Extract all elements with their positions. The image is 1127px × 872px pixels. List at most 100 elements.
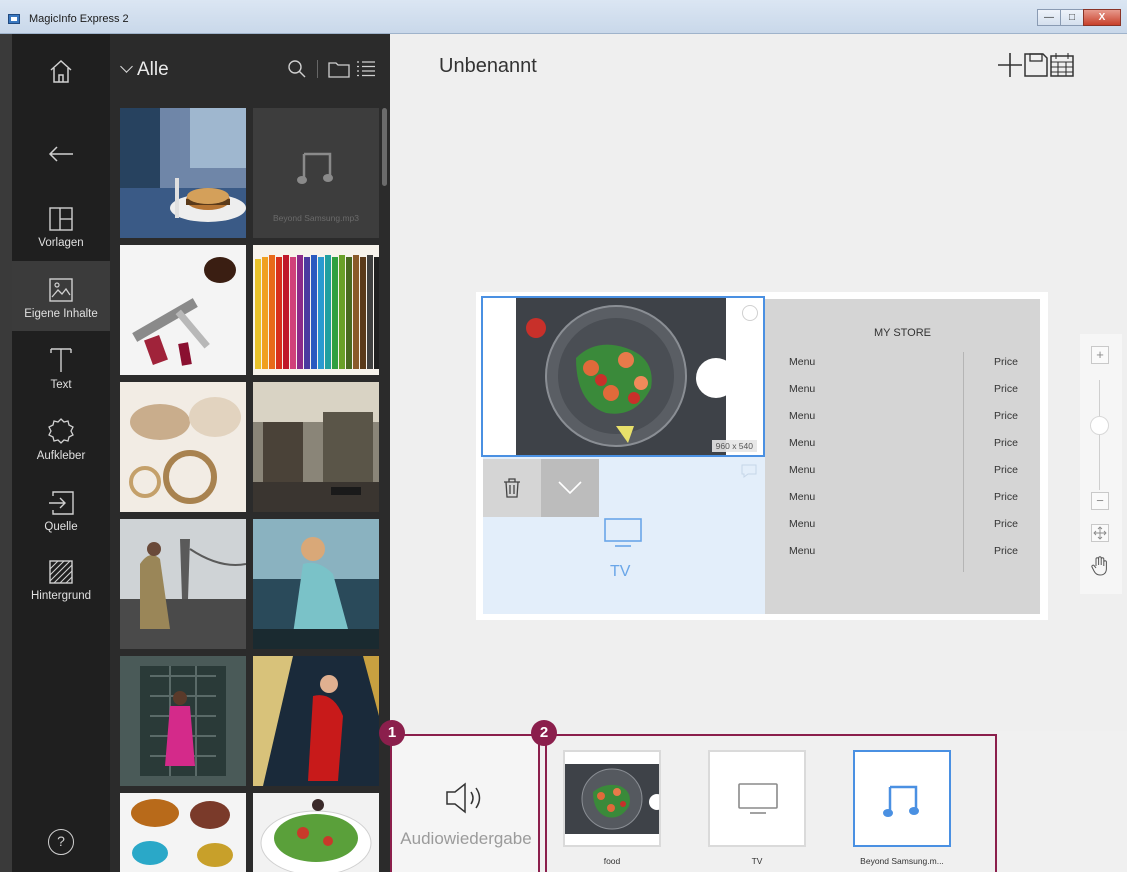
search-icon[interactable] bbox=[287, 59, 307, 79]
nav-sticker-label: Aufkleber bbox=[36, 450, 86, 462]
media-scrollbar[interactable] bbox=[382, 108, 387, 186]
marker-1: 1 bbox=[379, 720, 405, 746]
left-navigation: Vorlagen Eigene Inhalte Text Aufkleber Q… bbox=[0, 34, 110, 872]
cosmetics-image bbox=[120, 245, 246, 375]
nav-my-content-label: Eigene Inhalte bbox=[24, 308, 98, 320]
fashion-bridge-image bbox=[120, 519, 246, 649]
tv-icon bbox=[738, 783, 778, 814]
store-title: MY STORE bbox=[873, 327, 932, 339]
media-thumb-cosmetics[interactable] bbox=[120, 245, 246, 375]
my-content-icon bbox=[49, 278, 73, 302]
speaker-icon bbox=[446, 782, 481, 814]
nav-source-label: Quelle bbox=[44, 521, 78, 533]
menu-item: Menu bbox=[789, 356, 816, 368]
playlist-item-audio[interactable] bbox=[853, 750, 951, 847]
chevron-down-icon bbox=[120, 60, 133, 73]
zoom-out-button[interactable]: − bbox=[1091, 492, 1109, 510]
nav-back[interactable] bbox=[12, 118, 110, 188]
jewels-image bbox=[120, 793, 246, 872]
schedule-icon[interactable] bbox=[1049, 52, 1075, 78]
audio-playback-label: Audiowiedergabe bbox=[400, 829, 532, 848]
help-icon: ? bbox=[57, 833, 65, 849]
bottom-bar: Audiowiedergabe 1 food TV Beyond Samsung… bbox=[379, 720, 1127, 872]
nav-my-content[interactable]: Eigene Inhalte bbox=[12, 261, 110, 331]
sticker-icon bbox=[48, 418, 74, 444]
zoom-panel: + − bbox=[1080, 334, 1122, 594]
media-thumb-store[interactable] bbox=[253, 382, 379, 512]
accessories-image bbox=[120, 382, 246, 512]
nav-source[interactable]: Quelle bbox=[12, 474, 110, 544]
checkmark-icon bbox=[558, 481, 582, 495]
media-thumb-fashion-bridge[interactable] bbox=[120, 519, 246, 649]
menu-item: Menu bbox=[789, 383, 816, 395]
menu-row: Menu Price bbox=[789, 410, 1029, 422]
confirm-button[interactable] bbox=[541, 459, 599, 517]
media-panel-header: Alle bbox=[110, 34, 390, 104]
playlist-item-tv[interactable] bbox=[708, 750, 806, 847]
menu-board-zone[interactable]: MY STORE Menu Price Menu Price Menu Price M… bbox=[765, 299, 1040, 614]
media-thumb-fashion-blue[interactable] bbox=[253, 519, 379, 649]
fashion-door-image bbox=[120, 656, 246, 786]
music-note-icon bbox=[883, 785, 919, 817]
maximize-button[interactable]: □ bbox=[1060, 9, 1084, 26]
folder-icon[interactable] bbox=[328, 60, 350, 78]
save-icon[interactable] bbox=[1023, 52, 1049, 78]
media-thumb-jewels[interactable] bbox=[120, 793, 246, 872]
media-thumb-burger[interactable] bbox=[120, 108, 246, 238]
app-icon bbox=[8, 14, 20, 24]
audio-playback-button[interactable]: Audiowiedergabe bbox=[390, 734, 540, 872]
nav-templates[interactable]: Vorlagen bbox=[12, 190, 110, 260]
minimize-button[interactable]: — bbox=[1037, 9, 1061, 26]
menu-price: Price bbox=[994, 491, 1018, 503]
salad-image bbox=[253, 793, 379, 872]
media-panel: Alle Beyond Samsung.mp3 bbox=[110, 34, 390, 872]
menu-price: Price bbox=[994, 383, 1018, 395]
help-button[interactable]: ? bbox=[48, 829, 74, 855]
menu-price: Price bbox=[994, 410, 1018, 422]
media-thumb-salad[interactable] bbox=[253, 793, 379, 872]
add-icon[interactable] bbox=[997, 52, 1023, 78]
list-view-icon[interactable] bbox=[356, 60, 376, 78]
menu-price: Price bbox=[994, 545, 1018, 557]
delete-button[interactable] bbox=[483, 459, 541, 517]
comment-icon[interactable] bbox=[741, 464, 757, 478]
close-button[interactable]: X bbox=[1083, 9, 1121, 26]
music-note-icon bbox=[297, 152, 333, 184]
menu-item: Menu bbox=[789, 491, 816, 503]
refresh-icon[interactable] bbox=[741, 304, 759, 322]
media-thumb-pencils[interactable] bbox=[253, 245, 379, 375]
nav-background-label: Hintergrund bbox=[30, 590, 92, 602]
zoom-in-button[interactable]: + bbox=[1091, 346, 1109, 364]
layout-canvas[interactable]: 960 x 540 TV MY STORE Menu Price Menu Pric… bbox=[476, 292, 1048, 620]
menu-item: Menu bbox=[789, 437, 816, 449]
menu-item: Menu bbox=[789, 545, 816, 557]
media-thumb-fashion-door[interactable] bbox=[120, 656, 246, 786]
back-arrow-icon bbox=[48, 146, 73, 162]
title-bar: MagicInfo Express 2 — □ X bbox=[0, 0, 1127, 34]
media-thumb-accessories[interactable] bbox=[120, 382, 246, 512]
zoom-slider-track[interactable] bbox=[1099, 380, 1100, 490]
nav-home[interactable] bbox=[12, 42, 110, 112]
fashion-red-image bbox=[253, 656, 379, 786]
playlist-item-food[interactable] bbox=[563, 750, 661, 847]
filter-dropdown[interactable]: Alle bbox=[120, 59, 169, 81]
zoom-slider-thumb[interactable] bbox=[1090, 416, 1109, 435]
media-thumb-audio[interactable]: Beyond Samsung.mp3 bbox=[253, 108, 379, 238]
menu-price: Price bbox=[994, 464, 1018, 476]
document-title[interactable]: Unbenannt bbox=[439, 55, 537, 78]
source-icon bbox=[49, 491, 74, 515]
playlist-box: food TV Beyond Samsung.m... bbox=[545, 734, 997, 872]
nav-sticker[interactable]: Aufkleber bbox=[12, 403, 110, 473]
tv-icon bbox=[604, 518, 642, 547]
menu-item: Menu bbox=[789, 518, 816, 530]
menu-price: Price bbox=[994, 437, 1018, 449]
nav-background[interactable]: Hintergrund bbox=[12, 545, 110, 615]
templates-icon bbox=[49, 207, 73, 231]
fit-to-screen-icon[interactable] bbox=[1091, 524, 1109, 542]
pencils-image bbox=[253, 245, 379, 375]
media-thumb-fashion-red[interactable] bbox=[253, 656, 379, 786]
nav-text[interactable]: Text bbox=[12, 332, 110, 402]
food-image-frame[interactable]: 960 x 540 bbox=[481, 296, 765, 457]
hand-pan-icon[interactable] bbox=[1091, 556, 1109, 576]
background-icon bbox=[49, 560, 73, 584]
